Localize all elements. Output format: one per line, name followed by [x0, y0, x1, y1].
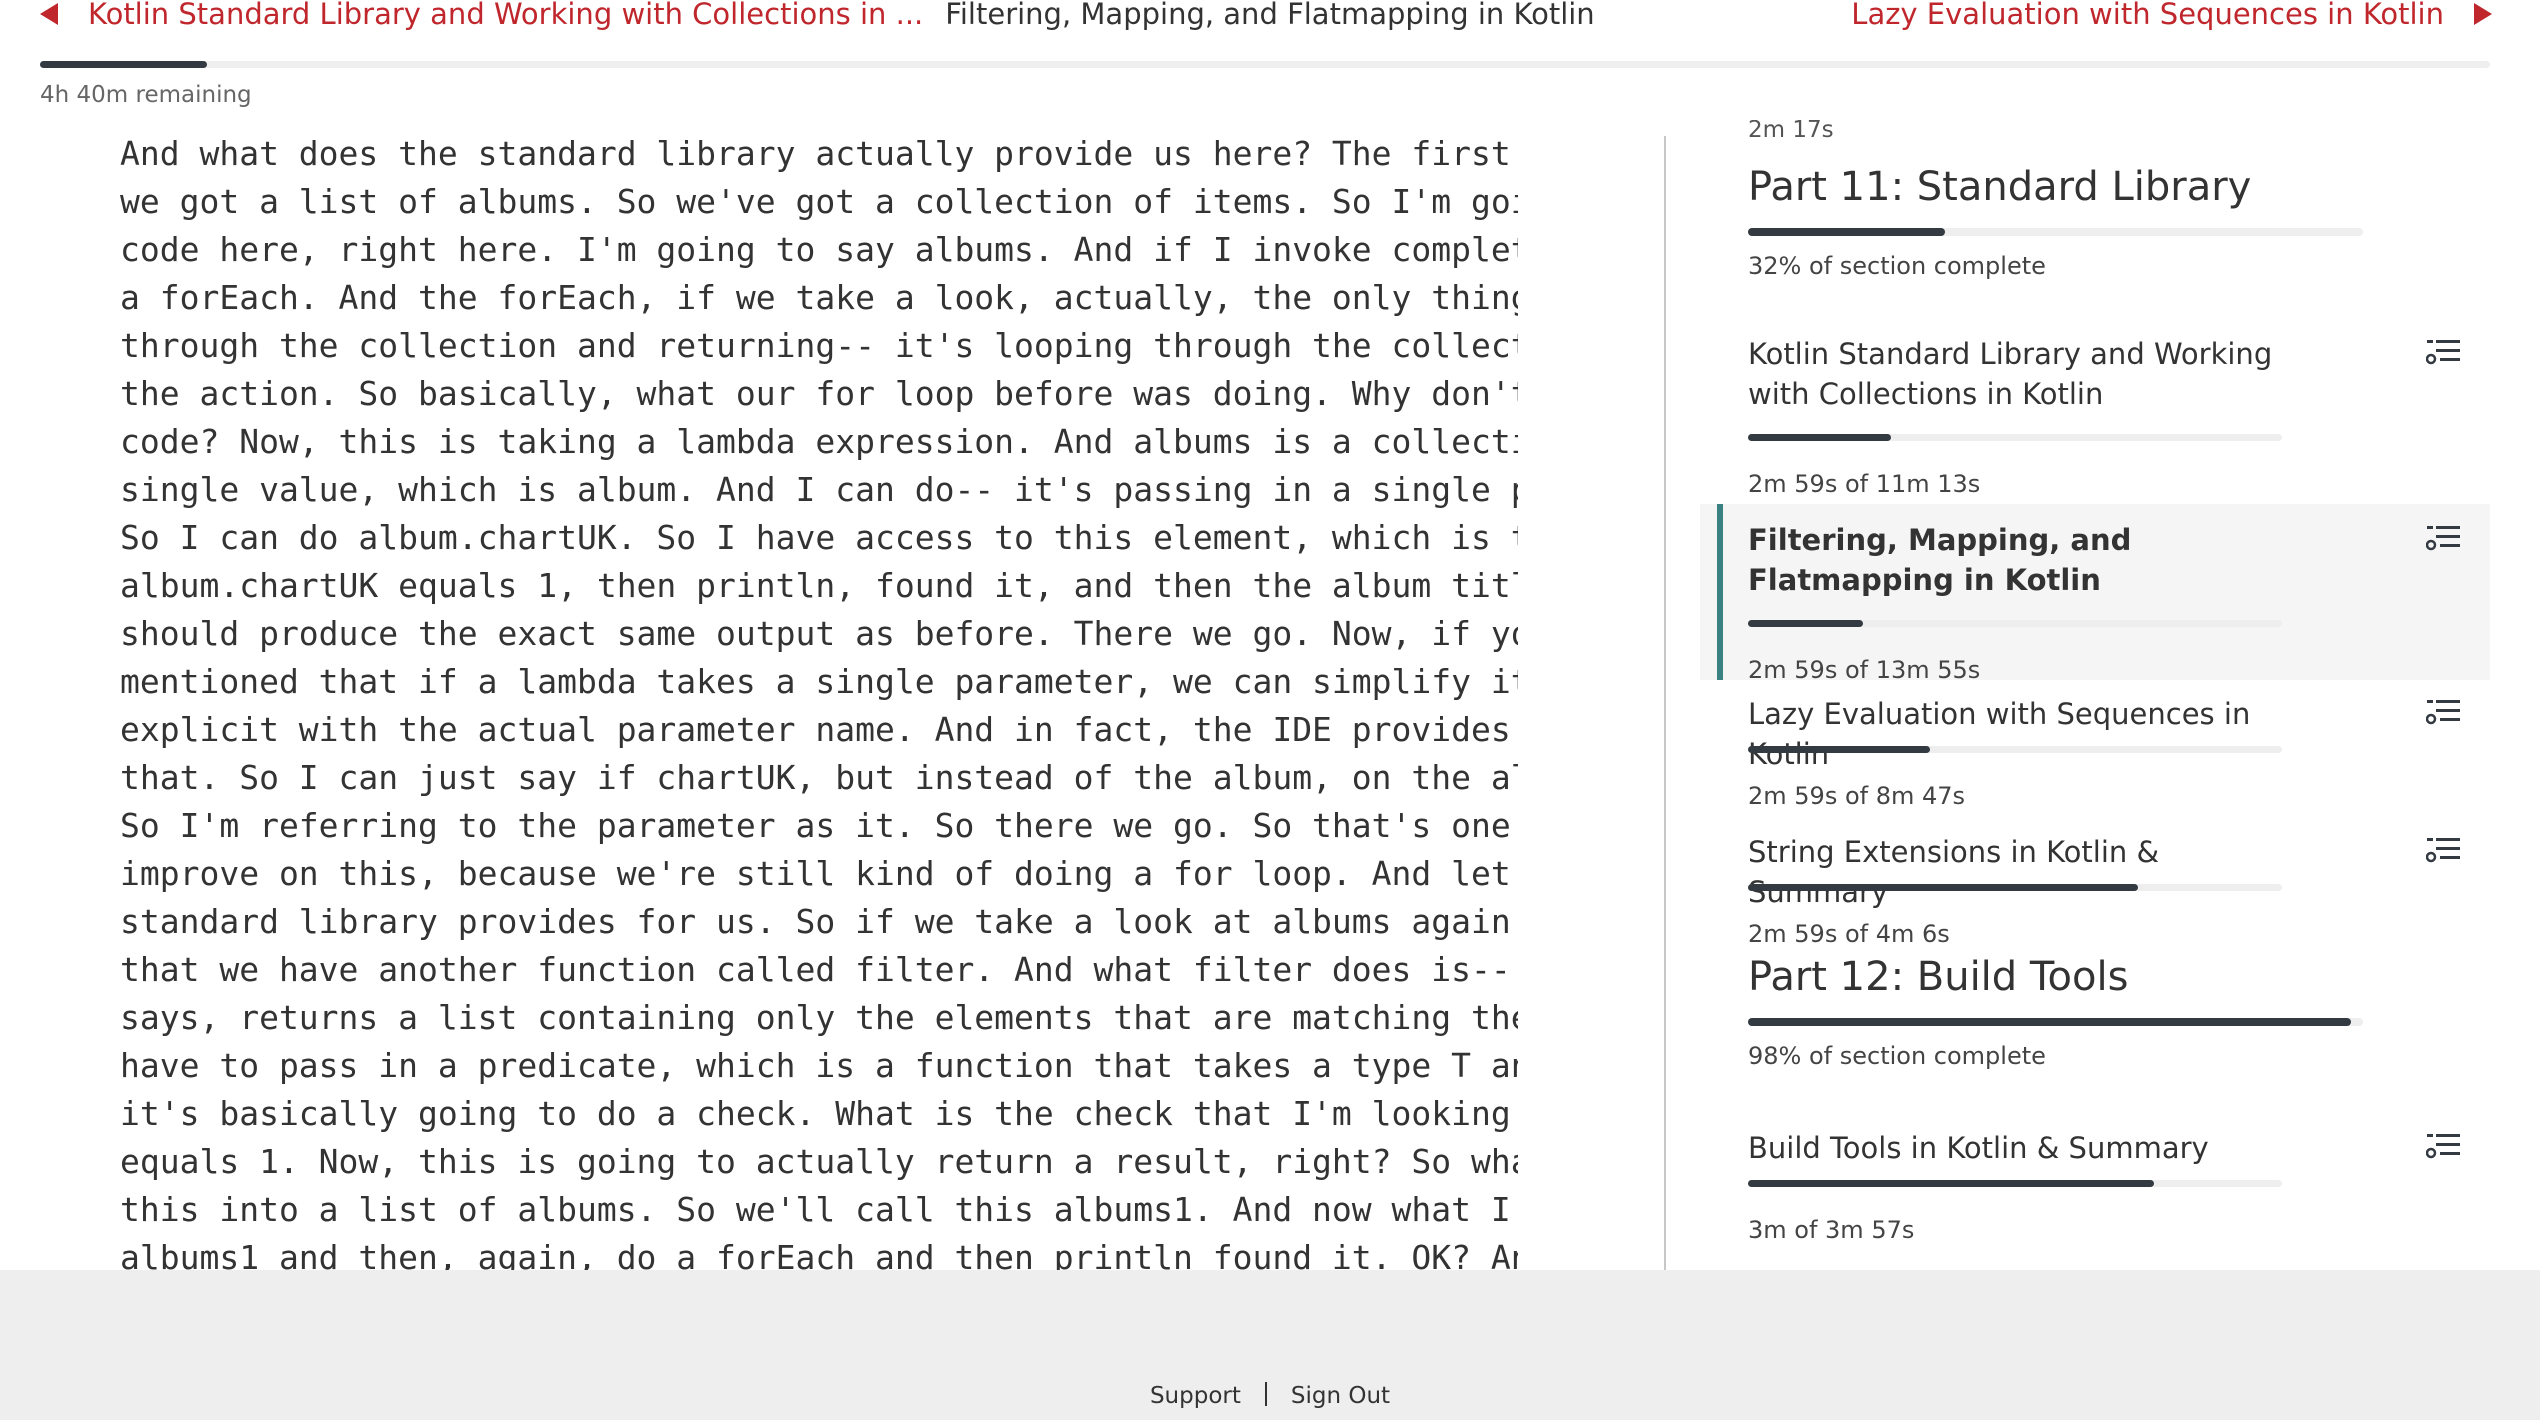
footer-separator [1264, 1382, 1267, 1406]
section-progress-bar [1748, 228, 2363, 236]
section-progress-label: 98% of section complete [1748, 1042, 2046, 1070]
lesson-progress-fill [1748, 620, 1863, 627]
lesson-title: Kotlin Standard Library and Working with… [1748, 337, 2273, 411]
section-progress-fill [1748, 228, 1945, 236]
lesson-progress-bar [1748, 434, 2282, 441]
lesson-duration: 2m 59s of 8m 47s [1748, 782, 1966, 810]
transcript-panel[interactable]: And what does the standard library actua… [118, 120, 1518, 1270]
section-progress-label: 32% of section complete [1748, 252, 2046, 280]
transcript-text: And what does the standard library actua… [120, 134, 1518, 1270]
lesson-progress-bar [1748, 1180, 2282, 1187]
section-progress-fill [1748, 1018, 2351, 1026]
section-progress-bar [1748, 1018, 2363, 1026]
list-icon[interactable] [2426, 1130, 2462, 1160]
next-lesson-label: Lazy Evaluation with Sequences in Kotlin [1851, 0, 2444, 31]
lesson-progress-fill [1748, 434, 1891, 441]
list-icon[interactable] [2426, 522, 2462, 552]
lesson-duration: 2m 59s of 4m 6s [1748, 920, 1950, 948]
lesson-item[interactable]: String Extensions in Kotlin & Summary 2m… [1700, 832, 2490, 962]
list-icon[interactable] [2426, 834, 2462, 864]
lesson-duration: 3m of 3m 57s [1748, 1216, 1915, 1244]
lesson-progress-fill [1748, 884, 2138, 891]
lesson-title: Filtering, Mapping, and Flatmapping in K… [1748, 523, 2132, 597]
truncated-lesson-duration: 2m 17s [1748, 120, 1834, 143]
section-title: Part 11: Standard Library [1748, 164, 2252, 210]
panel-divider [1664, 136, 1666, 1270]
lesson-title: String Extensions in Kotlin & Summary [1748, 835, 2160, 909]
next-lesson-link[interactable]: Lazy Evaluation with Sequences in Kotlin [1851, 0, 2492, 34]
table-of-contents[interactable]: 2m 17s Part 11: Standard Library 32% of … [1700, 120, 2490, 1270]
lesson-progress-bar [1748, 746, 2282, 753]
lesson-progress-bar [1748, 884, 2282, 891]
lesson-duration: 2m 59s of 13m 55s [1748, 656, 1981, 684]
support-link[interactable]: Support [1150, 1383, 1241, 1409]
list-icon[interactable] [2426, 696, 2462, 726]
section-header: Part 12: Build Tools 98% of section comp… [1748, 954, 2363, 1070]
section-title: Part 12: Build Tools [1748, 954, 2129, 1000]
lesson-item[interactable]: Build Tools in Kotlin & Summary 3m of 3m… [1700, 1128, 2490, 1258]
course-progress-fill [40, 61, 207, 68]
lesson-item-active[interactable]: Filtering, Mapping, and Flatmapping in K… [1700, 504, 2490, 684]
lesson-navigation: Kotlin Standard Library and Working with… [0, 0, 2540, 34]
course-progress-bar [40, 61, 2490, 68]
lesson-title: Build Tools in Kotlin & Summary [1748, 1131, 2209, 1165]
lesson-title: Lazy Evaluation with Sequences in Kotlin [1748, 697, 2251, 771]
lesson-progress-bar [1748, 620, 2282, 627]
sign-out-link[interactable]: Sign Out [1291, 1383, 1390, 1409]
lesson-progress-fill [1748, 1180, 2154, 1187]
caret-right-icon [2474, 3, 2492, 25]
section-header: Part 11: Standard Library 32% of section… [1748, 164, 2363, 280]
time-remaining: 4h 40m remaining [40, 82, 252, 108]
lesson-item[interactable]: Kotlin Standard Library and Working with… [1700, 334, 2490, 498]
footer-links: Support Sign Out [0, 1382, 2540, 1409]
lesson-item[interactable]: Lazy Evaluation with Sequences in Kotlin… [1700, 694, 2490, 824]
lesson-progress-fill [1748, 746, 1930, 753]
page-footer: Support Sign Out [0, 1270, 2540, 1420]
lesson-duration: 2m 59s of 11m 13s [1748, 470, 1981, 498]
list-icon[interactable] [2426, 336, 2462, 366]
active-lesson-indicator [1717, 504, 1723, 680]
